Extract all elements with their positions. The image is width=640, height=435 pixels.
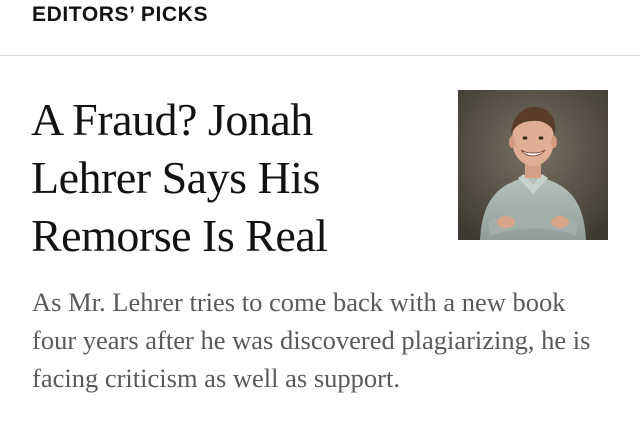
article-headline[interactable]: A Fraud? Jonah Lehrer Says His Remorse I… [31, 91, 441, 265]
article-thumbnail[interactable] [458, 90, 608, 240]
section-title: EDITORS’ PICKS [32, 3, 209, 26]
article-summary: As Mr. Lehrer tries to come back with a … [32, 287, 591, 393]
section-header: EDITORS’ PICKS [0, 0, 640, 56]
portrait-photo-icon [458, 90, 608, 240]
article-card[interactable]: A Fraud? Jonah Lehrer Says His Remorse I… [0, 57, 640, 435]
